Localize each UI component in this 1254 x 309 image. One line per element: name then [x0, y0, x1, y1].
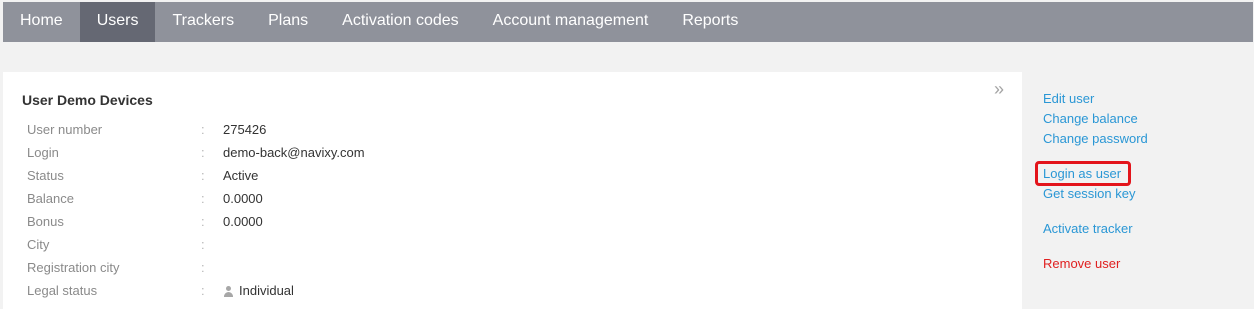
- detail-value: 275426: [223, 122, 267, 137]
- nav-plans[interactable]: Plans: [251, 2, 325, 42]
- detail-separator: :: [201, 214, 205, 229]
- nav-home[interactable]: Home: [3, 2, 80, 42]
- detail-separator: :: [201, 145, 205, 160]
- detail-label: Bonus: [27, 214, 64, 229]
- person-icon: [223, 285, 234, 297]
- detail-label: User number: [27, 122, 103, 137]
- change-password-link[interactable]: Change password: [1043, 131, 1148, 147]
- top-navigation-bar: Home Users Trackers Plans Activation cod…: [3, 2, 1253, 42]
- detail-separator: :: [201, 191, 205, 206]
- nav-activation-codes[interactable]: Activation codes: [325, 2, 476, 42]
- page-title: User Demo Devices: [22, 92, 153, 108]
- detail-value: Individual: [223, 281, 294, 301]
- nav-trackers[interactable]: Trackers: [155, 2, 251, 42]
- nav-reports[interactable]: Reports: [665, 2, 755, 42]
- remove-user-link[interactable]: Remove user: [1043, 256, 1120, 272]
- legal-status-value: Individual: [239, 283, 294, 298]
- detail-value: demo-back@navixy.com: [223, 145, 365, 160]
- detail-separator: :: [201, 237, 205, 252]
- get-session-key-link[interactable]: Get session key: [1043, 186, 1136, 202]
- detail-label: City: [27, 237, 50, 252]
- nav-users[interactable]: Users: [79, 2, 156, 42]
- login-as-user-highlight-box: [1035, 161, 1131, 186]
- detail-separator: :: [201, 122, 205, 137]
- nav-account-management[interactable]: Account management: [476, 2, 666, 42]
- change-balance-link[interactable]: Change balance: [1043, 111, 1138, 127]
- detail-separator: :: [201, 168, 205, 183]
- activate-tracker-link[interactable]: Activate tracker: [1043, 221, 1133, 237]
- detail-label: Login: [27, 145, 59, 160]
- detail-separator: :: [201, 283, 205, 298]
- detail-value: Active: [223, 168, 259, 183]
- collapse-panel-icon[interactable]: »: [994, 80, 1004, 98]
- detail-label: Registration city: [27, 260, 120, 275]
- detail-label: Status: [27, 168, 64, 183]
- detail-value: 0.0000: [223, 191, 263, 206]
- detail-label: Legal status: [27, 283, 98, 298]
- edit-user-link[interactable]: Edit user: [1043, 91, 1094, 107]
- detail-value: 0.0000: [223, 214, 263, 229]
- detail-separator: :: [201, 260, 205, 275]
- detail-label: Balance: [27, 191, 74, 206]
